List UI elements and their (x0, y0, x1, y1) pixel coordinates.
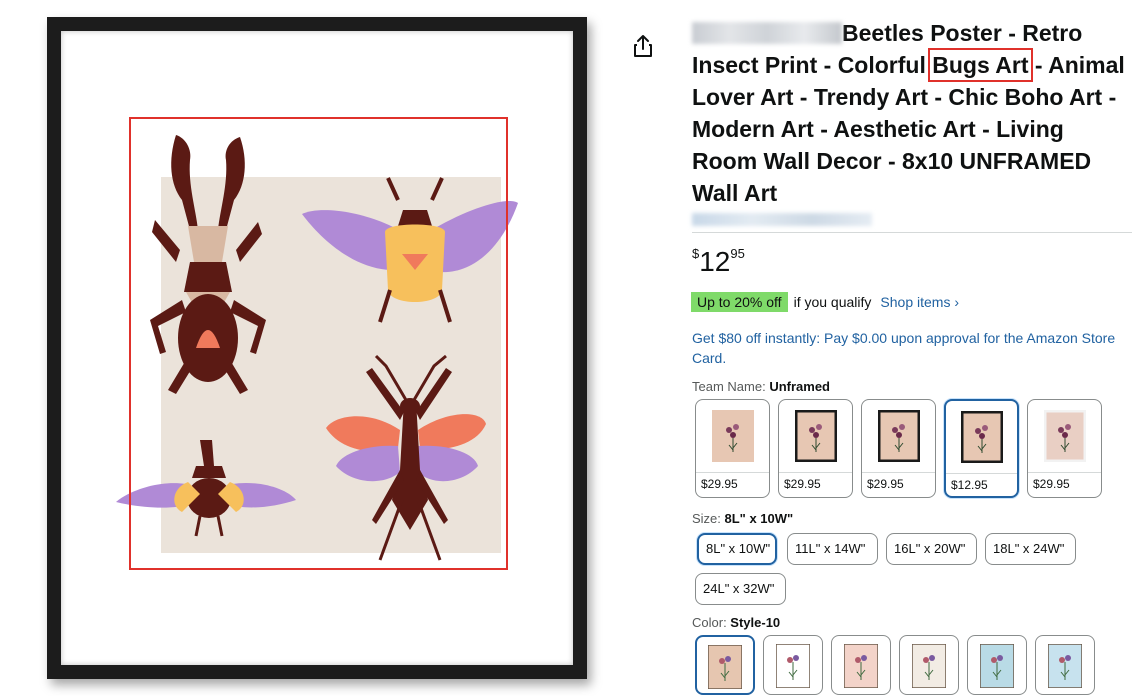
swatch-divider (1028, 472, 1101, 473)
size-value: 8L" x 10W" (724, 511, 794, 526)
color-thumbnail (844, 644, 878, 688)
deal-row: Up to 20% off if you qualify Shop items … (691, 292, 959, 312)
product-title: Beetles Poster - Retro Insect Print - Co… (692, 17, 1132, 209)
size-option-button[interactable]: 16L" x 20W" (886, 533, 977, 565)
color-value: Style-10 (730, 615, 781, 630)
product-price: $ 12 95 (692, 246, 745, 278)
swatch-divider (862, 472, 935, 473)
color-thumbnail (1048, 644, 1082, 688)
redacted-store-link[interactable] (692, 213, 872, 226)
color-thumbnail (912, 644, 946, 688)
poster-thumbnail (960, 411, 1003, 463)
color-thumbnail (776, 644, 810, 688)
poster-thumbnail (794, 410, 837, 462)
team-name-option[interactable]: $29.95 (861, 399, 936, 498)
color-option[interactable] (831, 635, 891, 695)
team-name-label: Team Name: Unframed (692, 379, 830, 394)
team-name-option[interactable]: $29.95 (695, 399, 770, 498)
swatch-divider (779, 472, 852, 473)
annotation-highlight-box (129, 117, 508, 570)
price-whole: 12 (699, 246, 731, 277)
price-symbol: $ (692, 246, 700, 261)
team-name-option[interactable]: $12.95 (944, 399, 1019, 498)
swatch-divider (696, 472, 769, 473)
poster-thumbnail (1043, 410, 1086, 462)
size-option-button[interactable]: 8L" x 10W" (697, 533, 777, 565)
color-option[interactable] (967, 635, 1027, 695)
swatch-price: $29.95 (701, 477, 738, 491)
color-option[interactable] (899, 635, 959, 695)
swatch-divider (946, 473, 1017, 474)
color-option[interactable] (763, 635, 823, 695)
team-name-option[interactable]: $29.95 (1027, 399, 1102, 498)
deal-text: if you qualify (793, 294, 872, 310)
swatch-price: $12.95 (951, 478, 988, 492)
deal-badge: Up to 20% off (691, 292, 788, 312)
team-name-value: Unframed (769, 379, 830, 394)
color-label: Color: Style-10 (692, 615, 781, 630)
swatch-price: $29.95 (1033, 477, 1070, 491)
divider (692, 232, 1132, 233)
swatch-price: $29.95 (784, 477, 821, 491)
team-name-option[interactable]: $29.95 (778, 399, 853, 498)
color-option[interactable] (695, 635, 755, 695)
color-option[interactable] (1035, 635, 1095, 695)
title-highlighted-text: Bugs Art (928, 48, 1033, 82)
redacted-brand (692, 22, 842, 44)
size-option-button[interactable]: 18L" x 24W" (985, 533, 1076, 565)
poster-thumbnail (877, 410, 920, 462)
size-label: Size: 8L" x 10W" (692, 511, 794, 526)
shop-items-link[interactable]: Shop items › (880, 294, 959, 310)
price-fraction: 95 (730, 246, 745, 261)
store-card-offer-link[interactable]: Get $80 off instantly: Pay $0.00 upon ap… (692, 328, 1132, 368)
color-thumbnail (708, 645, 742, 689)
share-icon[interactable] (630, 33, 656, 59)
swatch-price: $29.95 (867, 477, 904, 491)
size-option-button[interactable]: 24L" x 32W" (695, 573, 786, 605)
poster-thumbnail (711, 410, 754, 462)
size-option-button[interactable]: 11L" x 14W" (787, 533, 878, 565)
color-thumbnail (980, 644, 1014, 688)
